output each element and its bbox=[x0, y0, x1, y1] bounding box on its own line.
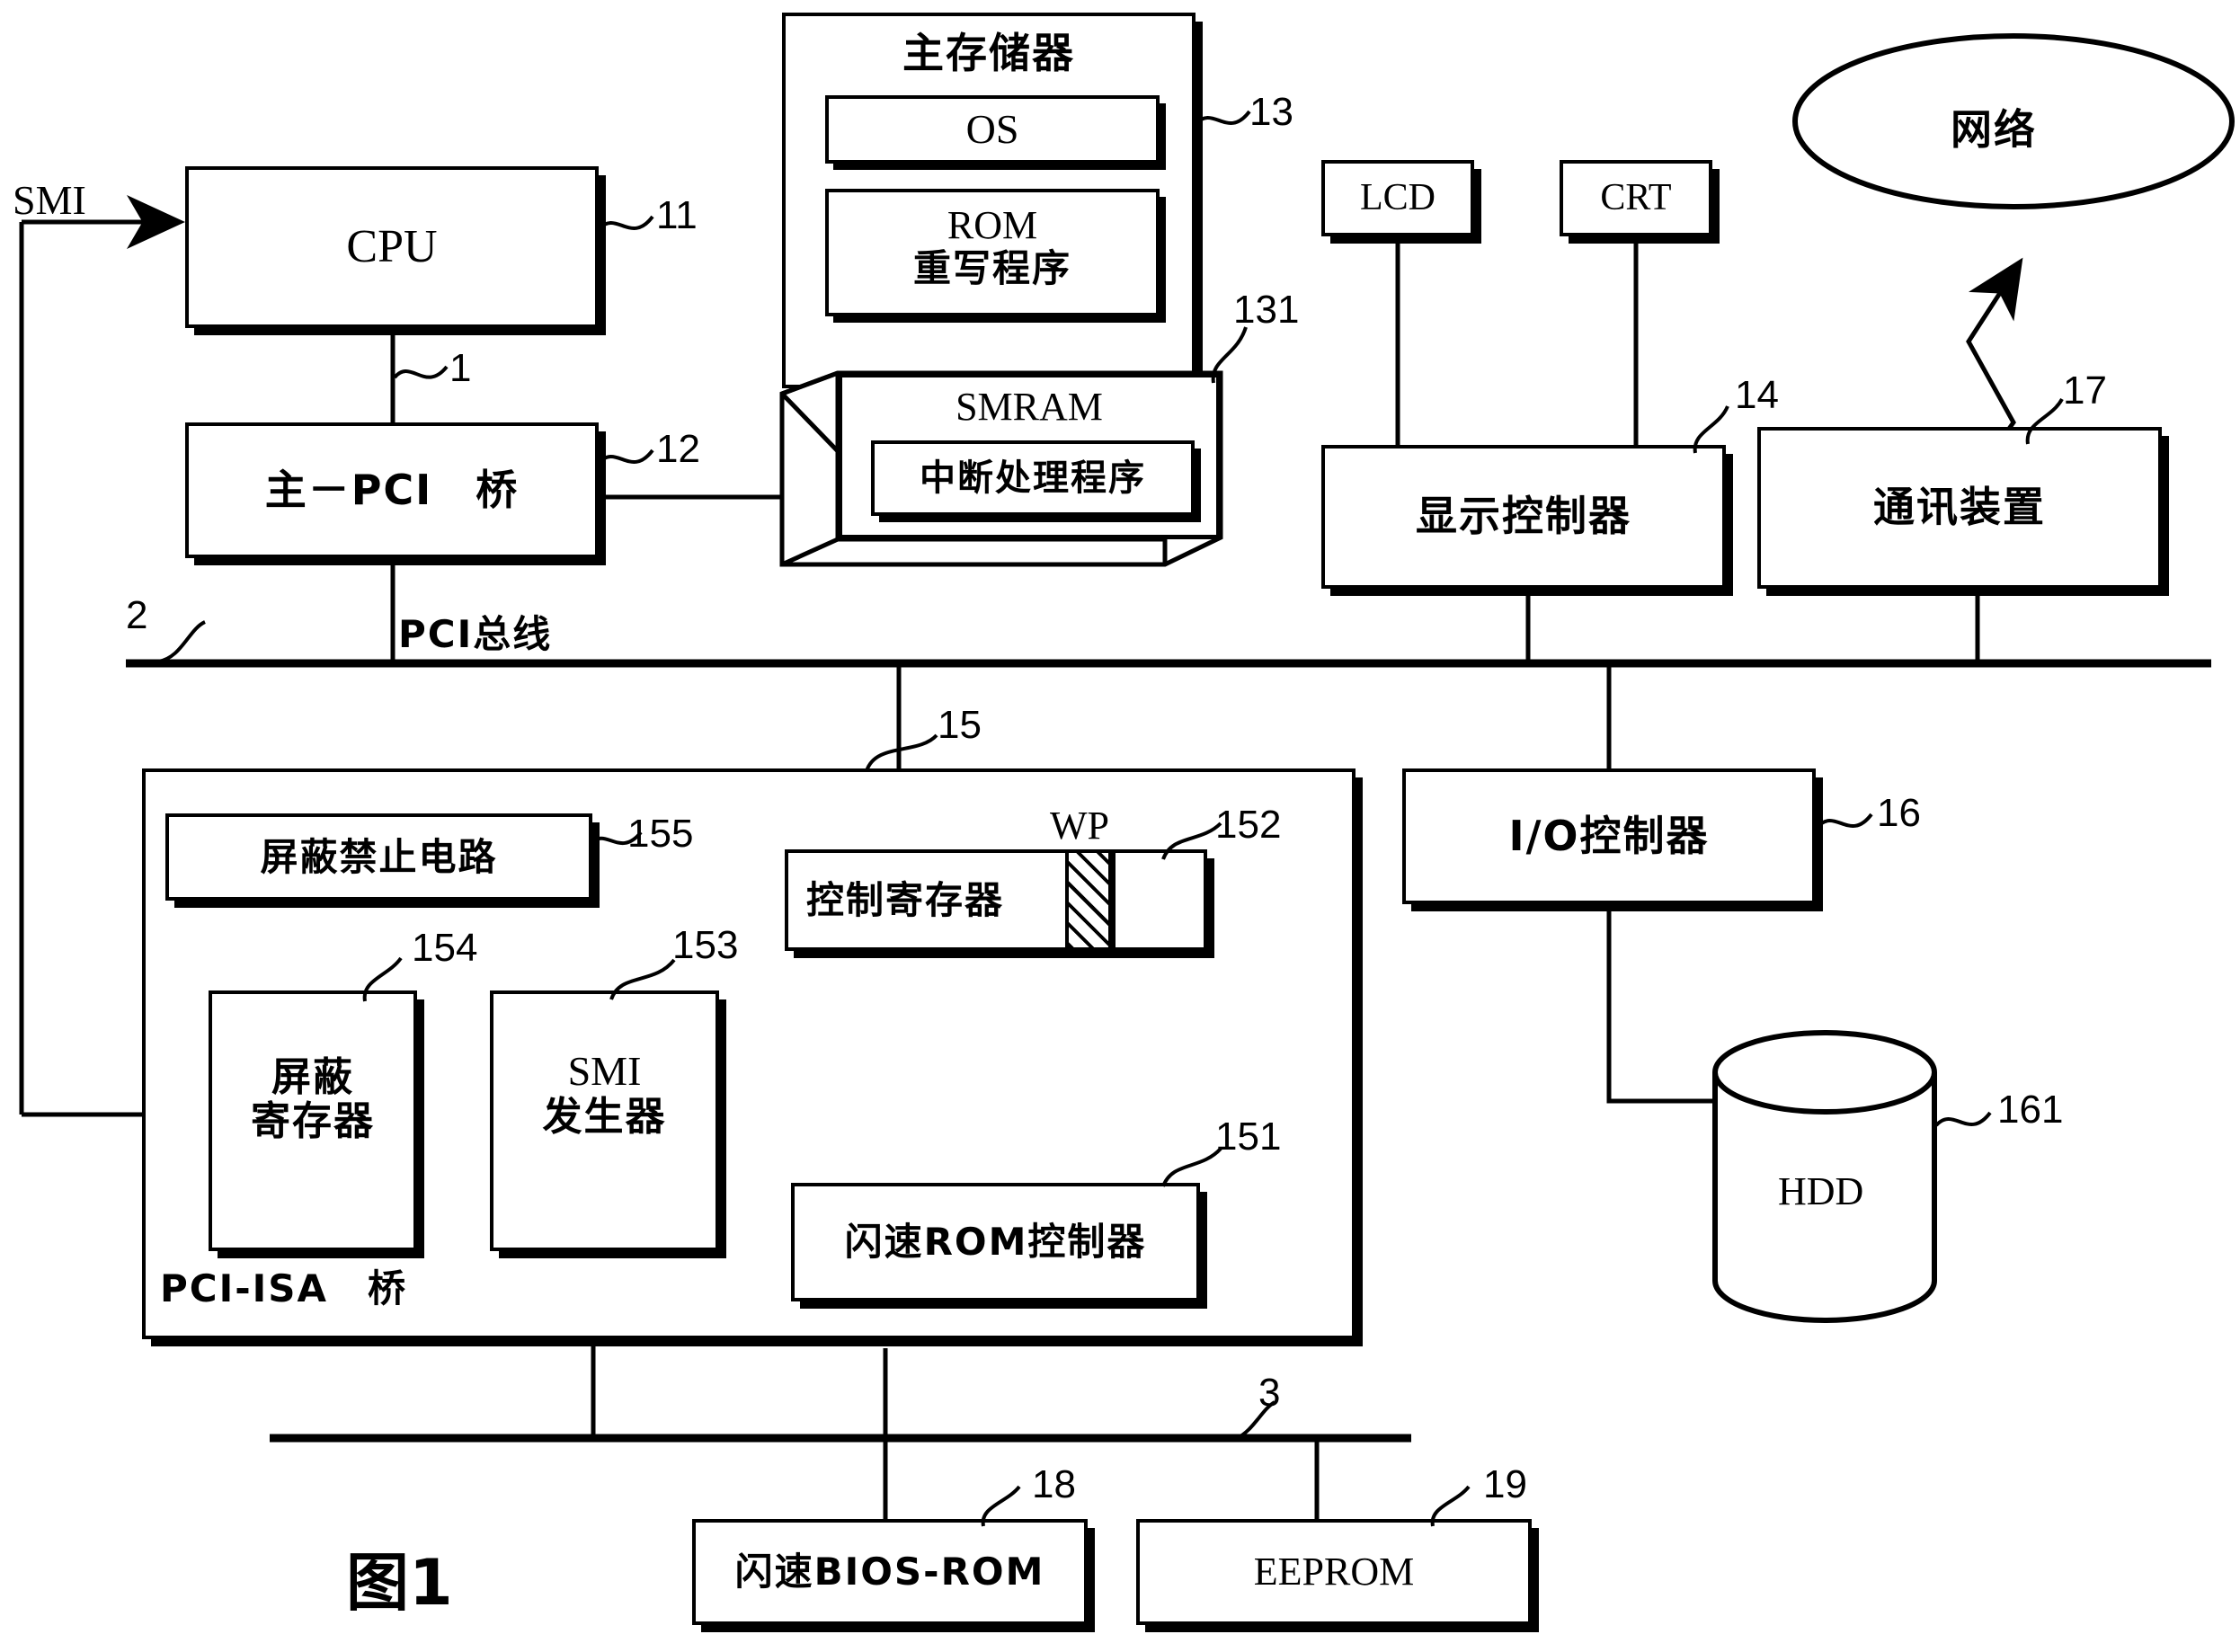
leader-161 bbox=[1934, 1111, 1992, 1127]
smram-block: SMRAM 中断处理程序 bbox=[838, 373, 1221, 539]
leader-1 bbox=[393, 365, 449, 379]
leader-152 bbox=[1161, 822, 1222, 860]
leader-16 bbox=[1816, 813, 1873, 829]
wp-bit-label: WP bbox=[1050, 804, 1109, 848]
comm-device-block: 通讯装置 bbox=[1757, 427, 2162, 589]
lcd-label: LCD bbox=[1360, 176, 1436, 218]
leader-3 bbox=[1236, 1400, 1276, 1440]
mask-register-line1: 屏蔽 bbox=[271, 1054, 354, 1100]
interrupt-handler-label: 中断处理程序 bbox=[920, 457, 1146, 499]
cpu-block: CPU bbox=[185, 166, 599, 328]
leader-18 bbox=[981, 1485, 1021, 1527]
hdd-label: HDD bbox=[1778, 1169, 1864, 1213]
cpu-label: CPU bbox=[346, 220, 438, 272]
display-controller-label: 显示控制器 bbox=[1416, 492, 1631, 541]
control-register-label: 控制寄存器 bbox=[806, 877, 1005, 922]
mask-register-line2: 寄存器 bbox=[251, 1098, 375, 1145]
os-label: OS bbox=[965, 106, 1019, 153]
host-pci-bridge-label: 主－PCI 桥 bbox=[264, 465, 520, 514]
figure-caption: 图1 bbox=[346, 1546, 453, 1620]
leader-151 bbox=[1161, 1147, 1222, 1187]
leader-11 bbox=[597, 215, 654, 231]
leader-131 bbox=[1211, 326, 1248, 384]
ref-161: 161 bbox=[1997, 1088, 2064, 1132]
flash-rom-controller-block: 闪速ROM控制器 bbox=[791, 1183, 1200, 1301]
os-block: OS bbox=[825, 95, 1160, 164]
leader-19 bbox=[1430, 1485, 1471, 1527]
leader-15 bbox=[865, 733, 938, 772]
leader-13 bbox=[1194, 110, 1251, 126]
smi-generator-block: SMI 发生器 bbox=[490, 990, 719, 1251]
network-label: 网络 bbox=[1951, 105, 2037, 154]
main-memory-block: 主存储器 OS ROM 重写程序 bbox=[782, 13, 1196, 388]
io-controller-label: I/O控制器 bbox=[1508, 811, 1710, 860]
patent-figure-1: SMI CPU 11 1 主－PCI 桥 12 主存储器 OS ROM 重写程序… bbox=[0, 0, 2240, 1652]
crt-block: CRT bbox=[1560, 160, 1712, 236]
leader-17 bbox=[2025, 397, 2064, 445]
ref-2: 2 bbox=[126, 593, 148, 637]
io-controller-block: I/O控制器 bbox=[1402, 768, 1816, 904]
flash-rom-controller-label: 闪速ROM控制器 bbox=[844, 1220, 1147, 1265]
leader-155 bbox=[589, 830, 643, 847]
rom-rewrite-program-block: ROM 重写程序 bbox=[825, 189, 1160, 316]
eeprom-block: EEPROM bbox=[1136, 1519, 1532, 1625]
pci-isa-bridge-label: PCI-ISA 桥 bbox=[160, 1266, 408, 1310]
smram-label: SMRAM bbox=[956, 385, 1103, 429]
mask-inhibit-circuit-label: 屏蔽禁止电路 bbox=[260, 834, 498, 879]
mask-inhibit-circuit-block: 屏蔽禁止电路 bbox=[165, 813, 592, 901]
lcd-block: LCD bbox=[1321, 160, 1474, 236]
comm-device-label: 通讯装置 bbox=[1873, 483, 2046, 532]
interrupt-handler-block: 中断处理程序 bbox=[871, 440, 1195, 516]
wp-bit-cell bbox=[1065, 849, 1112, 951]
rom-rewrite-line2: 重写程序 bbox=[912, 246, 1071, 291]
flash-bios-rom-label: 闪速BIOS-ROM bbox=[734, 1550, 1045, 1594]
smi-signal-label: SMI bbox=[13, 177, 86, 223]
smi-generator-line2: 发生器 bbox=[542, 1093, 667, 1140]
main-memory-label: 主存储器 bbox=[902, 29, 1075, 77]
rom-rewrite-line1: ROM bbox=[947, 203, 1038, 247]
display-controller-block: 显示控制器 bbox=[1321, 445, 1726, 589]
flash-bios-rom-block: 闪速BIOS-ROM bbox=[692, 1519, 1088, 1625]
leader-2 bbox=[157, 620, 206, 663]
mask-register-block: 屏蔽 寄存器 bbox=[209, 990, 417, 1251]
pci-bus-label: PCI总线 bbox=[398, 612, 553, 656]
leader-153 bbox=[609, 958, 676, 1000]
host-pci-bridge-block: 主－PCI 桥 bbox=[185, 422, 599, 558]
smi-generator-line1: SMI bbox=[567, 1048, 642, 1094]
eeprom-label: EEPROM bbox=[1253, 1550, 1415, 1594]
crt-label: CRT bbox=[1600, 176, 1672, 218]
leader-154 bbox=[362, 956, 403, 1002]
leader-14 bbox=[1693, 405, 1729, 454]
leader-12 bbox=[597, 449, 654, 465]
